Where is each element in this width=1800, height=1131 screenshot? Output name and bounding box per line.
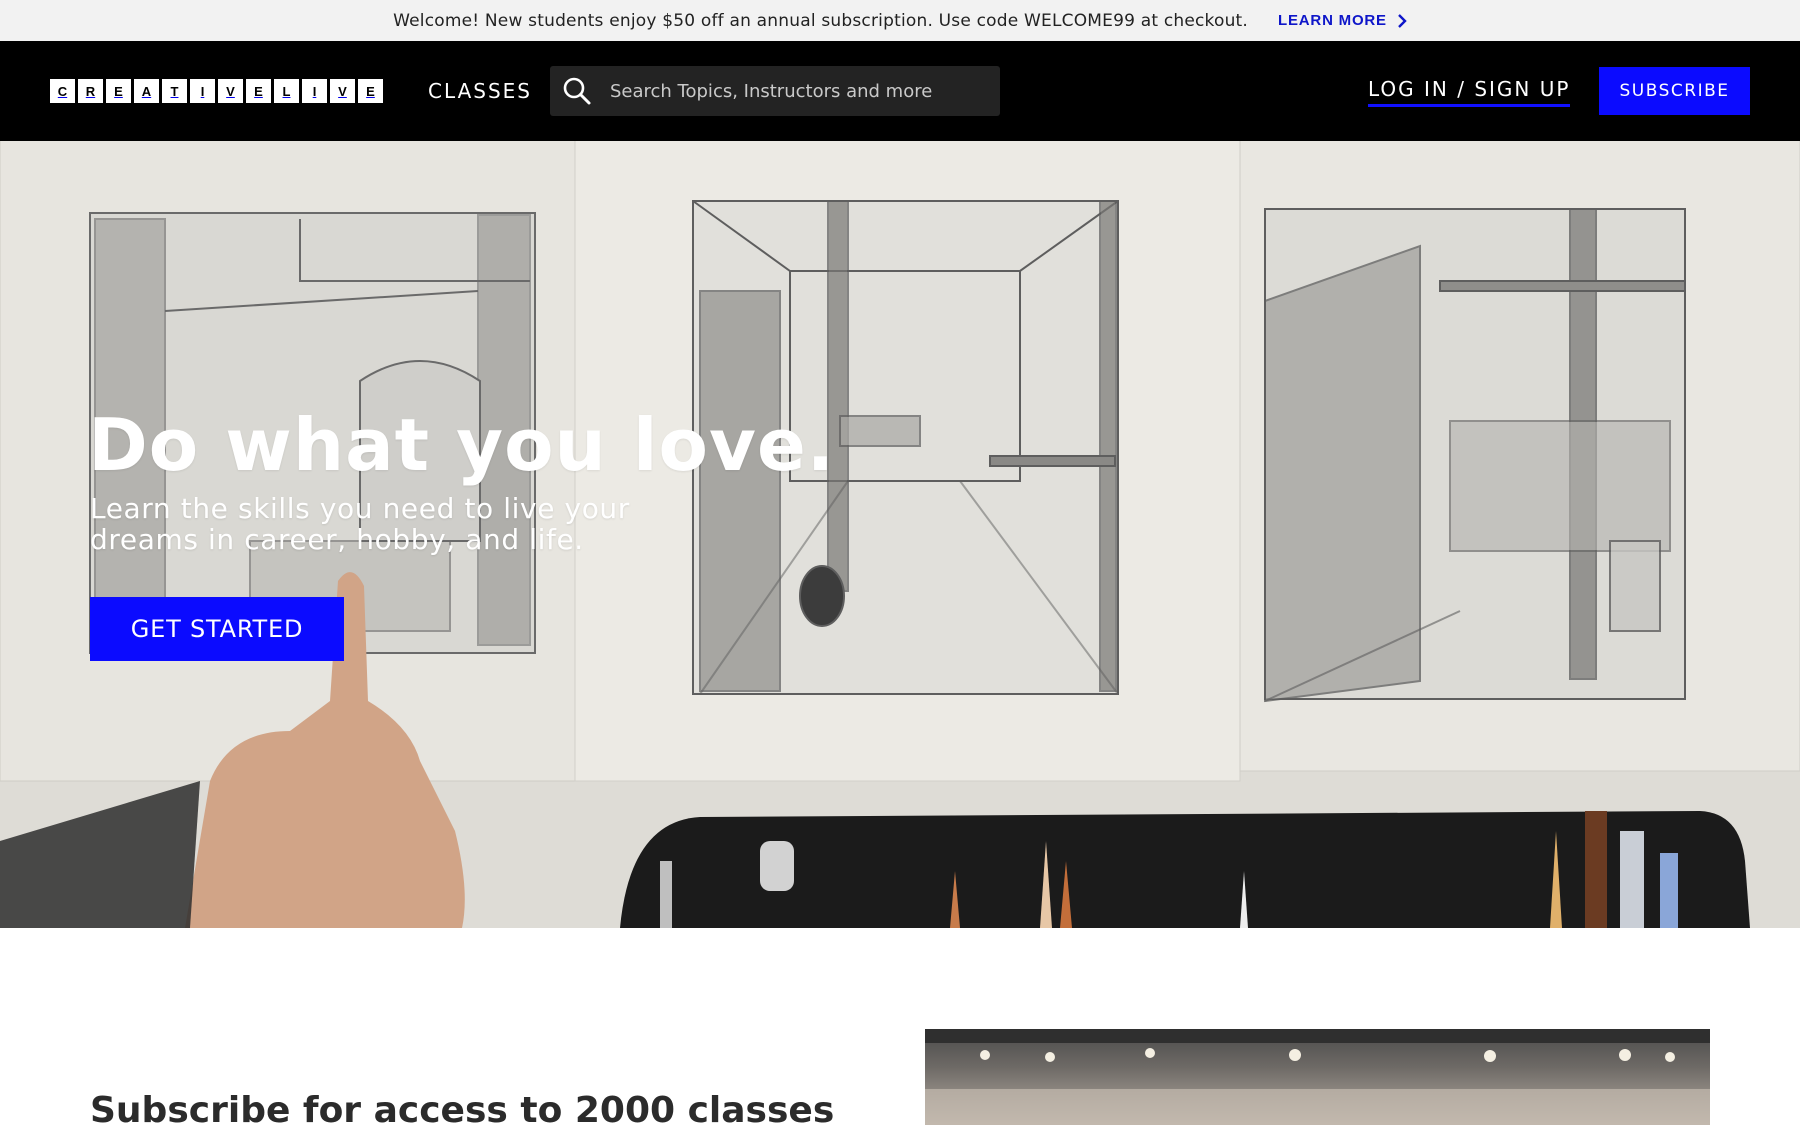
studio-image bbox=[925, 1029, 1710, 1125]
logo-letter: I bbox=[302, 79, 327, 103]
learn-more-link[interactable]: LEARN MORE bbox=[1278, 12, 1407, 29]
logo-letter: T bbox=[162, 79, 187, 103]
logo-letter: V bbox=[218, 79, 243, 103]
logo-letter: A bbox=[134, 79, 159, 103]
search-icon[interactable] bbox=[562, 76, 592, 106]
get-started-button[interactable]: GET STARTED bbox=[90, 597, 344, 661]
creativelive-logo[interactable]: C R E A T I V E L I V E bbox=[50, 79, 383, 103]
learn-more-label: LEARN MORE bbox=[1278, 12, 1387, 29]
search-input[interactable] bbox=[610, 80, 990, 102]
top-nav: C R E A T I V E L I V E CLASSES LOG IN /… bbox=[0, 41, 1800, 141]
promo-text: Welcome! New students enjoy $50 off an a… bbox=[393, 10, 1249, 31]
logo-letter: R bbox=[78, 79, 103, 103]
classes-link[interactable]: CLASSES bbox=[428, 79, 532, 103]
logo-letter: L bbox=[274, 79, 299, 103]
logo-letter: C bbox=[50, 79, 75, 103]
search-bar[interactable] bbox=[550, 66, 1000, 116]
logo-letter: E bbox=[246, 79, 271, 103]
logo-letter: I bbox=[190, 79, 215, 103]
hero-section: Do what you love. Learn the skills you n… bbox=[0, 141, 1800, 928]
subscribe-button[interactable]: SUBSCRIBE bbox=[1599, 67, 1750, 115]
studio-lights-image bbox=[925, 1029, 1710, 1125]
logo-letter: V bbox=[330, 79, 355, 103]
hero-subtitle: Learn the skills you need to live your d… bbox=[90, 492, 630, 556]
chevron-right-icon bbox=[1398, 13, 1407, 28]
logo-letter: E bbox=[358, 79, 383, 103]
logo-letter: E bbox=[106, 79, 131, 103]
promo-banner: Welcome! New students enjoy $50 off an a… bbox=[0, 0, 1800, 41]
hero-title: Do what you love. bbox=[88, 403, 836, 487]
login-signup-link[interactable]: LOG IN / SIGN UP bbox=[1368, 77, 1571, 107]
